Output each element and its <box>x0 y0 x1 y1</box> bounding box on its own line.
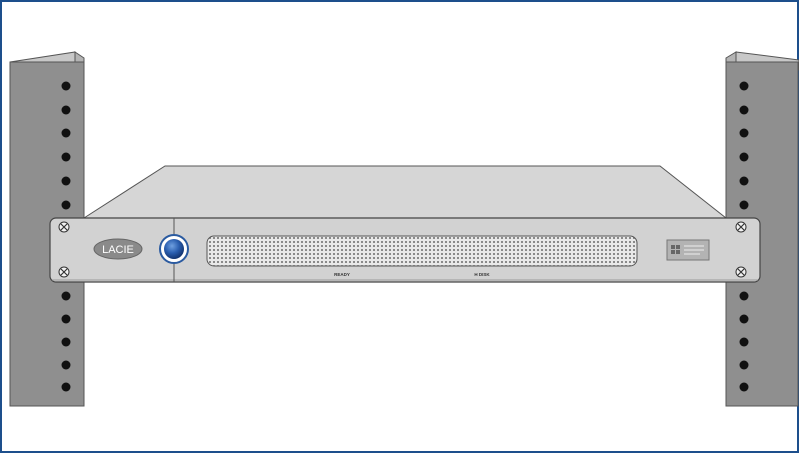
rail-hole <box>739 105 749 115</box>
rail-hole <box>61 382 71 392</box>
rail-hole <box>739 81 749 91</box>
rail-hole <box>61 314 71 324</box>
rail-hole <box>61 291 71 301</box>
rack-diagram: LACIE READY H DISK <box>0 0 799 453</box>
rail-hole <box>61 337 71 347</box>
rail-hole <box>739 291 749 301</box>
rail-hole <box>739 337 749 347</box>
rail-hole <box>61 200 71 210</box>
led-label-ready: READY <box>334 272 350 277</box>
rail-hole <box>61 128 71 138</box>
rail-hole <box>61 105 71 115</box>
rail-hole <box>61 176 71 186</box>
rail-hole <box>739 382 749 392</box>
screw-icon <box>735 221 747 233</box>
power-button-icon[interactable] <box>159 234 189 264</box>
rail-hole <box>739 152 749 162</box>
brand-logo-text: LACIE <box>102 244 134 256</box>
rail-hole <box>739 200 749 210</box>
rail-hole <box>739 176 749 186</box>
rail-hole <box>739 360 749 370</box>
rail-hole <box>61 360 71 370</box>
chassis-top <box>82 165 728 219</box>
screw-icon <box>58 266 70 278</box>
rail-hole <box>739 314 749 324</box>
rack-mount-illustration: LACIE READY H DISK <box>0 0 799 453</box>
rail-hole <box>61 81 71 91</box>
screw-icon <box>58 221 70 233</box>
faceplate: LACIE READY H DISK <box>49 217 761 283</box>
screw-icon <box>735 266 747 278</box>
rail-hole <box>61 152 71 162</box>
rail-hole <box>739 128 749 138</box>
led-label-hdisk: H DISK <box>474 272 490 277</box>
windows-badge <box>666 239 710 261</box>
brand-logo: LACIE <box>93 238 143 260</box>
front-vent-grille <box>206 235 638 267</box>
